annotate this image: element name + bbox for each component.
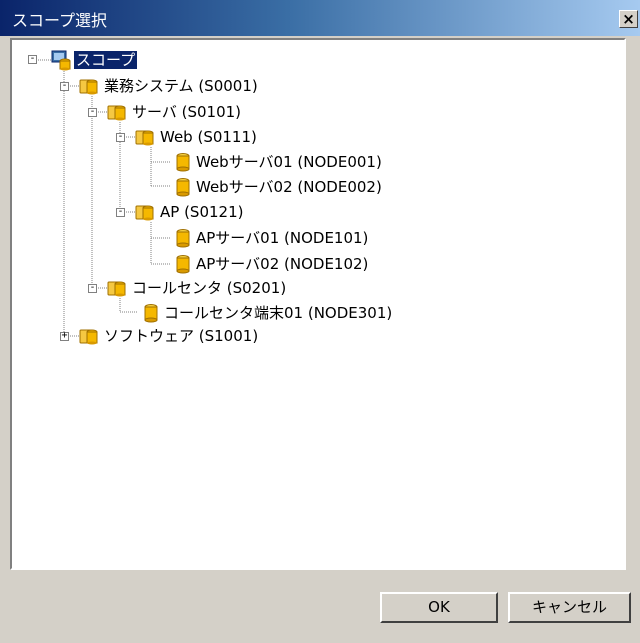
- tree-node-label: ソフトウェア (S1001): [104, 327, 259, 345]
- tree-node-label: AP (S0121): [160, 203, 244, 221]
- folder-db-icon: [79, 79, 98, 95]
- tree-node-label: Web (S0111): [160, 128, 257, 146]
- cancel-button[interactable]: キャンセル: [508, 592, 631, 623]
- tree-node-label: サーバ (S0101): [132, 103, 242, 121]
- tree-node-label: APサーバ02 (NODE102): [196, 255, 369, 273]
- node-expand-toggle[interactable]: +: [60, 330, 69, 341]
- close-icon: ×: [622, 10, 635, 28]
- folder-db-icon: [107, 281, 126, 297]
- tree-node-label: 業務システム (S0001): [104, 77, 258, 95]
- tree-node-label: コールセンタ端末01 (NODE301): [164, 304, 393, 322]
- node-collapse-toggle[interactable]: -: [116, 131, 125, 142]
- tree-node-label: コールセンタ (S0201): [132, 279, 287, 297]
- folder-db-icon: [79, 329, 98, 345]
- tree-node-label: Webサーバ01 (NODE001): [196, 153, 382, 171]
- node-collapse-toggle[interactable]: -: [60, 80, 69, 91]
- scope-root-icon: [51, 50, 71, 71]
- database-icon: [176, 229, 190, 248]
- node-collapse-toggle[interactable]: -: [116, 206, 125, 217]
- folder-db-icon: [135, 130, 154, 146]
- tree-node-label: Webサーバ02 (NODE002): [196, 178, 382, 196]
- root-collapse-toggle[interactable]: -: [28, 53, 37, 64]
- scope-select-dialog: スコープ選択 × - - - - - - + スコープ 業務システム (S000…: [0, 0, 640, 643]
- close-button[interactable]: ×: [619, 10, 638, 28]
- title-bar[interactable]: スコープ選択 ×: [0, 0, 640, 36]
- ok-button[interactable]: OK: [380, 592, 498, 623]
- scope-tree[interactable]: - - - - - - + スコープ 業務システム (S0001) サーバ (S…: [12, 40, 624, 568]
- folder-db-icon: [135, 205, 154, 221]
- node-collapse-toggle[interactable]: -: [88, 106, 97, 117]
- database-icon: [144, 304, 158, 323]
- tree-node-label: スコープ: [74, 51, 138, 69]
- node-collapse-toggle[interactable]: -: [88, 282, 97, 293]
- window-title: スコープ選択: [12, 11, 108, 30]
- database-icon: [176, 153, 190, 172]
- database-icon: [176, 255, 190, 274]
- scope-tree-panel[interactable]: - - - - - - + スコープ 業務システム (S0001) サーバ (S…: [10, 38, 626, 570]
- folder-db-icon: [107, 105, 126, 121]
- tree-node-label: APサーバ01 (NODE101): [196, 229, 369, 247]
- database-icon: [176, 178, 190, 197]
